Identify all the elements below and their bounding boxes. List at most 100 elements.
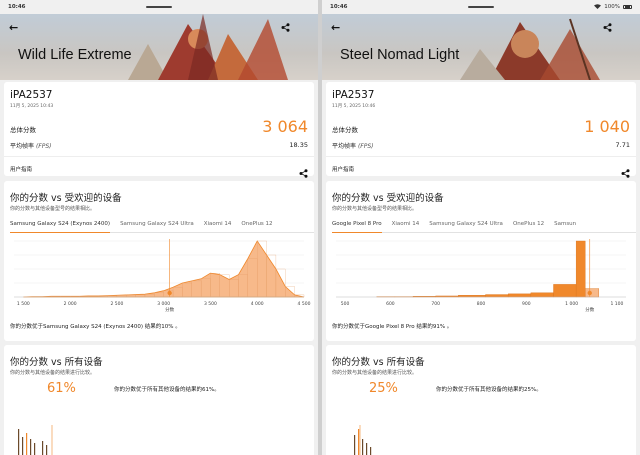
status-time: 10:46 — [330, 4, 348, 10]
x-tick-label: 600 — [386, 301, 395, 307]
section-title-part-a: 你的分数 — [332, 193, 371, 204]
overall-score-label: 总体分数 — [10, 126, 36, 134]
camera-pill — [468, 6, 494, 8]
tab-device-1[interactable]: Xiaomi 14 — [392, 219, 420, 233]
tab-device-3[interactable]: OnePlus 12 — [241, 219, 272, 233]
overall-score: 3 064 — [262, 117, 308, 136]
section-title-part-b: 受欢迎的设备 — [386, 193, 444, 204]
section-title: 你的分数 vs 所有设备 — [10, 354, 103, 368]
section-title-part-b: 所有设备 — [386, 357, 425, 368]
section-title-vs: vs — [51, 357, 62, 368]
x-tick-label: 3 000 — [157, 301, 170, 307]
status-bar: 10:46 100% — [322, 0, 640, 14]
popular-devices-card: 你的分数 vs 受欢迎的设备 你的分数与其他设备型号的结果相比。 Google … — [326, 181, 636, 341]
device-name: iPA2537 — [332, 89, 375, 101]
comparison-result: 你的分数优于Google Pixel 8 Pro 结果的91% 。 — [332, 324, 453, 330]
section-title-part-a: 你的分数 — [10, 193, 49, 204]
section-subtitle: 你的分数与其他设备型号的结果相比。 — [10, 206, 96, 212]
device-tabs: Google Pixel 8 Pro Xiaomi 14 Samsung Gal… — [332, 219, 636, 233]
fps-label-text: 平均帧率 — [332, 143, 357, 150]
avg-fps-label: 平均帧率 (FPS) — [332, 141, 374, 150]
x-tick-label: 4 000 — [251, 301, 264, 307]
section-title-vs: vs — [51, 193, 62, 204]
chart-bar — [530, 292, 554, 298]
share-icon[interactable] — [299, 163, 308, 182]
x-tick-label: 1 500 — [17, 301, 30, 307]
fps-label-text: 平均帧率 — [10, 143, 35, 150]
tab-device-1[interactable]: Samsung Galaxy S24 Ultra — [120, 219, 194, 233]
user-guide-row[interactable]: 用户指南 — [4, 156, 314, 178]
hero-banner: ← Steel Nomad Light — [322, 14, 640, 80]
score-distribution-chart: 1 500 2 000 2 500 3 000 3 500 4 000 4 500 分数 — [14, 239, 311, 313]
section-title-vs: vs — [373, 357, 384, 368]
user-guide-row[interactable]: 用户指南 — [326, 156, 636, 178]
percentile-text: 你的分数优于所有其他设备的结果的61%。 — [114, 387, 220, 393]
share-icon[interactable] — [621, 163, 630, 182]
overall-score-label: 总体分数 — [332, 126, 358, 134]
user-guide-link[interactable]: 用户指南 — [10, 165, 32, 173]
section-title-part-a: 你的分数 — [10, 357, 49, 368]
x-axis-label: 分数 — [165, 306, 174, 313]
all-devices-mini-chart — [18, 425, 53, 455]
x-tick-label: 1 100 — [610, 301, 623, 307]
x-axis-label: 分数 — [585, 306, 594, 313]
benchmark-title: Wild Life Extreme — [18, 47, 132, 63]
all-devices-card: 你的分数 vs 所有设备 你的分数与其他设备的结果进行比较。 61% 你的分数优… — [4, 345, 314, 455]
percentile-value: 25% — [369, 381, 398, 396]
hero-artwork-icon — [460, 18, 600, 80]
tab-device-2[interactable]: Xiaomi 14 — [204, 219, 232, 233]
tab-device-4[interactable]: Samsun — [554, 219, 576, 233]
device-name: iPA2537 — [10, 89, 53, 101]
device-tabs: Samsung Galaxy S24 (Exynos 2400) Samsung… — [10, 219, 314, 233]
percentile-text: 你的分数优于所有其他设备的结果的25%。 — [436, 387, 542, 393]
status-time: 10:46 — [8, 4, 26, 10]
chart-bar — [458, 295, 486, 298]
user-guide-link[interactable]: 用户指南 — [332, 165, 354, 173]
chart-bar — [507, 293, 532, 298]
section-title: 你的分数 vs 受欢迎的设备 — [332, 190, 444, 204]
section-title: 你的分数 vs 受欢迎的设备 — [10, 190, 122, 204]
camera-pill — [146, 6, 172, 8]
test-datetime: 11月 5, 2025 10:46 — [332, 104, 376, 109]
score-distribution-chart: 500 600 700 800 900 1 000 1 100 分数 — [336, 239, 626, 313]
section-title-vs: vs — [373, 193, 384, 204]
benchmark-panel-right: 10:46 100% ← Steel Nomad Light iPA2537 1… — [322, 0, 640, 455]
your-score-dot — [167, 290, 172, 296]
x-tick-label: 2 000 — [64, 301, 77, 307]
hero-artwork-icon — [128, 14, 288, 80]
comparison-result: 你的分数优于Samsung Galaxy S24 (Exynos 2400) 结… — [10, 324, 181, 330]
overall-score: 1 040 — [584, 117, 630, 136]
x-tick-label: 3 500 — [204, 301, 217, 307]
tab-device-0[interactable]: Google Pixel 8 Pro — [332, 219, 382, 233]
tab-device-3[interactable]: OnePlus 12 — [513, 219, 544, 233]
fps-unit: (FPS) — [35, 143, 52, 150]
tab-device-0[interactable]: Samsung Galaxy S24 (Exynos 2400) — [10, 219, 111, 233]
section-subtitle: 你的分数与其他设备的结果进行比较。 — [332, 370, 418, 376]
avg-fps-value: 18.35 — [289, 141, 308, 149]
test-datetime: 11月 5, 2025 10:43 — [10, 104, 54, 109]
back-arrow-icon[interactable]: ← — [9, 21, 18, 34]
section-title-part-a: 你的分数 — [332, 357, 371, 368]
all-devices-mini-chart — [354, 425, 372, 455]
avg-fps-value: 7.71 — [615, 141, 630, 149]
x-tick-label: 800 — [477, 301, 486, 307]
chart-bar — [485, 294, 509, 298]
score-card: iPA2537 11月 5, 2025 10:46 总体分数 1 040 平均帧… — [326, 82, 636, 178]
battery-icon — [623, 4, 632, 10]
section-subtitle: 你的分数与其他设备的结果进行比较。 — [10, 370, 96, 376]
back-arrow-icon[interactable]: ← — [331, 21, 340, 34]
x-tick-label: 500 — [341, 301, 350, 307]
chart-bar — [585, 288, 600, 298]
section-title-part-b: 受欢迎的设备 — [64, 193, 122, 204]
section-subtitle: 你的分数与其他设备型号的结果相比。 — [332, 206, 418, 212]
all-devices-card: 你的分数 vs 所有设备 你的分数与其他设备的结果进行比较。 25% 你的分数优… — [326, 345, 636, 455]
benchmark-title: Steel Nomad Light — [340, 47, 460, 63]
status-right: 100% — [594, 3, 632, 11]
fps-unit: (FPS) — [357, 143, 374, 150]
your-score-dot — [587, 290, 592, 296]
x-tick-label: 4 500 — [298, 301, 311, 307]
score-card: iPA2537 11月 5, 2025 10:43 总体分数 3 064 平均帧… — [4, 82, 314, 178]
tab-device-2[interactable]: Samsung Galaxy S24 Ultra — [429, 219, 503, 233]
status-bar: 10:46 — [0, 0, 318, 14]
x-tick-label: 700 — [431, 301, 440, 307]
